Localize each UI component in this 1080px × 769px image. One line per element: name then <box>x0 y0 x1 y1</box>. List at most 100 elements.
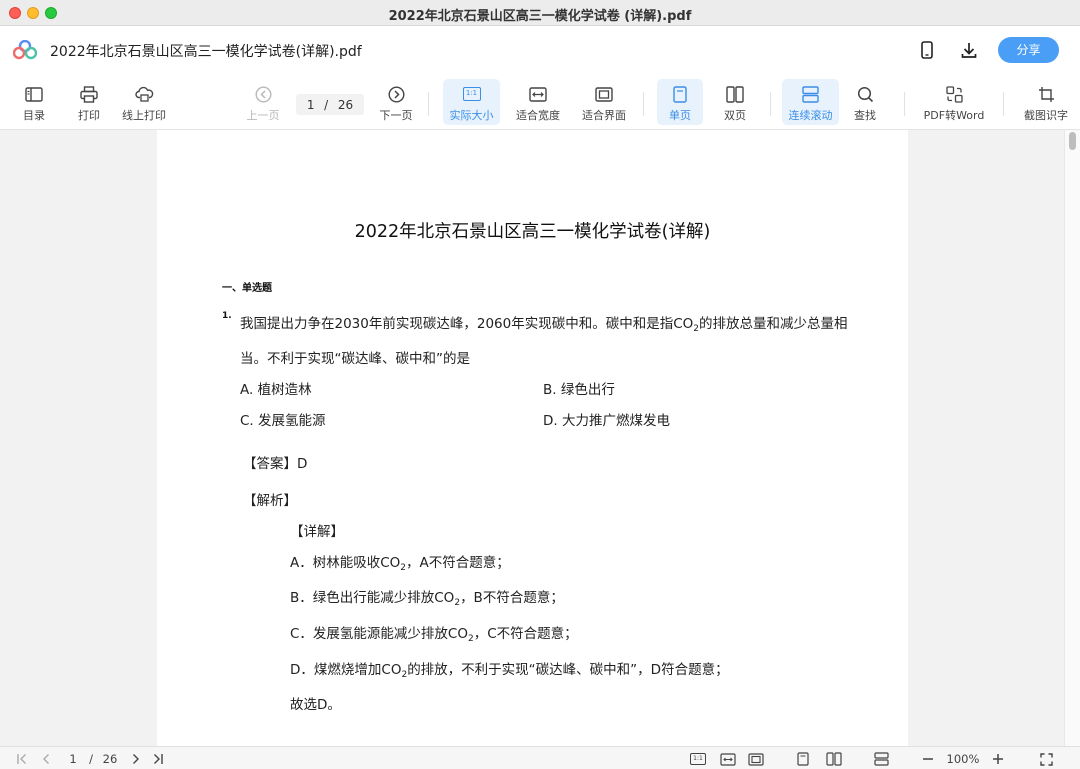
option-b: B. 绿色出行 <box>543 382 615 398</box>
title-bar: 2022年北京石景山区高三一模化学试卷 (详解).pdf <box>0 0 1080 26</box>
document-title: 2022年北京石景山区高三一模化学试卷(详解).pdf <box>50 44 362 60</box>
ocr-label: 截图识字 <box>1024 109 1068 122</box>
status-fit-width-button[interactable] <box>718 751 738 767</box>
double-page-button[interactable]: 双页 <box>712 79 758 125</box>
page-number-input[interactable]: 1 / 26 <box>296 94 364 115</box>
question-number: 1. <box>222 311 232 321</box>
analysis-heading: 【解析】 <box>243 493 297 509</box>
online-print-button[interactable]: 线上打印 <box>118 79 170 125</box>
prev-page-label: 上一页 <box>246 109 280 122</box>
first-page-button[interactable] <box>14 751 30 767</box>
chevron-right-icon <box>133 754 139 764</box>
option-c: C. 发展氢能源 <box>240 413 326 429</box>
double-page-icon <box>826 752 842 766</box>
fit-page-label: 适合界面 <box>582 109 626 122</box>
search-button[interactable]: 查找 <box>845 79 885 125</box>
mobile-view-button[interactable] <box>916 39 938 61</box>
document-viewport[interactable]: 2022年北京石景山区高三一模化学试卷(详解) 一、单选题 1. 我国提出力争在… <box>0 130 1080 746</box>
prev-page-status-button[interactable] <box>38 751 54 767</box>
section-heading: 一、单选题 <box>222 283 272 294</box>
next-page-button[interactable]: 下一页 <box>376 79 416 125</box>
search-icon <box>857 86 873 102</box>
app-header: 2022年北京石景山区高三一模化学试卷(详解).pdf 分享 <box>0 26 1080 74</box>
option-d: D. 大力推广燃煤发电 <box>543 413 670 429</box>
status-continuous-scroll-button[interactable] <box>871 751 891 767</box>
plus-icon <box>993 754 1003 764</box>
print-button[interactable]: 打印 <box>69 79 109 125</box>
single-page-button[interactable]: 单页 <box>657 79 703 125</box>
zoom-level[interactable]: 100% <box>942 751 984 767</box>
actual-size-label: 实际大小 <box>449 109 494 122</box>
total-pages: 26 <box>337 97 354 112</box>
fit-width-label: 适合宽度 <box>516 109 560 122</box>
minus-icon <box>923 758 933 760</box>
printer-icon <box>80 85 98 103</box>
sidebar-icon <box>25 86 43 102</box>
scrollbar-thumb[interactable] <box>1069 132 1076 150</box>
explanation-d: D．煤燃烧增加CO2的排放，不利于实现“碳达峰、碳中和”，D符合题意； <box>290 662 729 680</box>
actual-size-icon: 1:1 <box>690 753 706 765</box>
single-page-icon <box>673 85 687 103</box>
toc-button[interactable]: 目录 <box>14 79 54 125</box>
answer-line: 【答案】D <box>243 456 308 472</box>
print-label: 打印 <box>78 109 100 122</box>
status-single-page-button[interactable] <box>794 751 812 767</box>
toolbar-divider <box>770 92 771 116</box>
fit-width-icon <box>529 86 547 102</box>
continuous-scroll-icon <box>873 752 889 766</box>
continuous-scroll-label: 连续滚动 <box>788 109 833 122</box>
chevron-right-circle-icon <box>387 85 405 103</box>
first-page-icon <box>17 754 26 764</box>
toolbar-divider <box>428 92 429 116</box>
continuous-scroll-button[interactable]: 连续滚动 <box>782 79 839 125</box>
fit-width-button[interactable]: 适合宽度 <box>512 79 564 125</box>
pdf-to-word-label: PDF转Word <box>923 109 985 122</box>
status-double-page-button[interactable] <box>824 751 844 767</box>
next-page-label: 下一页 <box>379 109 413 122</box>
fullscreen-icon <box>1039 752 1053 766</box>
ocr-button[interactable]: 截图识字 <box>1018 79 1074 125</box>
convert-icon <box>945 85 963 103</box>
chevron-left-icon <box>43 754 49 764</box>
option-a: A. 植树造林 <box>240 382 312 398</box>
explanation-c: C．发展氢能源能减少排放CO2，C不符合题意； <box>290 626 578 644</box>
continuous-scroll-icon <box>802 85 819 103</box>
toolbar-divider <box>643 92 644 116</box>
fullscreen-button[interactable] <box>1037 751 1055 767</box>
zoom-out-button[interactable] <box>919 751 937 767</box>
page-separator: / <box>324 97 329 112</box>
pdf-to-word-button[interactable]: PDF转Word <box>918 79 990 125</box>
next-page-status-button[interactable] <box>128 751 144 767</box>
toolbar: 目录 打印 线上打印 上一页 1 / 26 下一页 1:1 实际大小 适合宽度 … <box>0 74 1080 130</box>
download-button[interactable] <box>958 39 980 61</box>
chevron-left-circle-icon <box>254 85 272 103</box>
prev-page-button[interactable]: 上一页 <box>243 79 283 125</box>
explanation-b: B．绿色出行能减少排放CO2，B不符合题意； <box>290 590 564 608</box>
vertical-scrollbar[interactable] <box>1064 130 1080 746</box>
online-print-label: 线上打印 <box>122 109 166 122</box>
status-total-pages: 26 <box>102 752 118 766</box>
share-button[interactable]: 分享 <box>998 37 1059 63</box>
status-actual-size-button[interactable]: 1:1 <box>688 751 708 767</box>
last-page-icon <box>154 754 163 764</box>
actual-size-button[interactable]: 1:1 实际大小 <box>443 79 500 125</box>
single-page-icon <box>797 752 809 766</box>
conclusion-line: 故选D。 <box>290 697 341 713</box>
single-page-label: 单页 <box>669 109 691 122</box>
status-bar: 1 / 26 1:1 100% <box>0 746 1080 769</box>
fit-page-icon <box>748 752 764 766</box>
last-page-button[interactable] <box>150 751 166 767</box>
toolbar-divider <box>1003 92 1004 116</box>
download-icon <box>961 43 977 58</box>
current-page: 1 <box>306 97 315 112</box>
fit-page-button[interactable]: 适合界面 <box>578 79 630 125</box>
zoom-in-button[interactable] <box>989 751 1007 767</box>
crop-icon <box>1038 86 1054 102</box>
window-title: 2022年北京石景山区高三一模化学试卷 (详解).pdf <box>388 9 692 24</box>
toolbar-divider <box>904 92 905 116</box>
status-current-page[interactable]: 1 <box>64 751 82 767</box>
phone-icon <box>921 41 933 59</box>
page-heading: 2022年北京石景山区高三一模化学试卷(详解) <box>354 222 711 242</box>
status-fit-page-button[interactable] <box>746 751 766 767</box>
fit-page-icon <box>595 86 613 102</box>
